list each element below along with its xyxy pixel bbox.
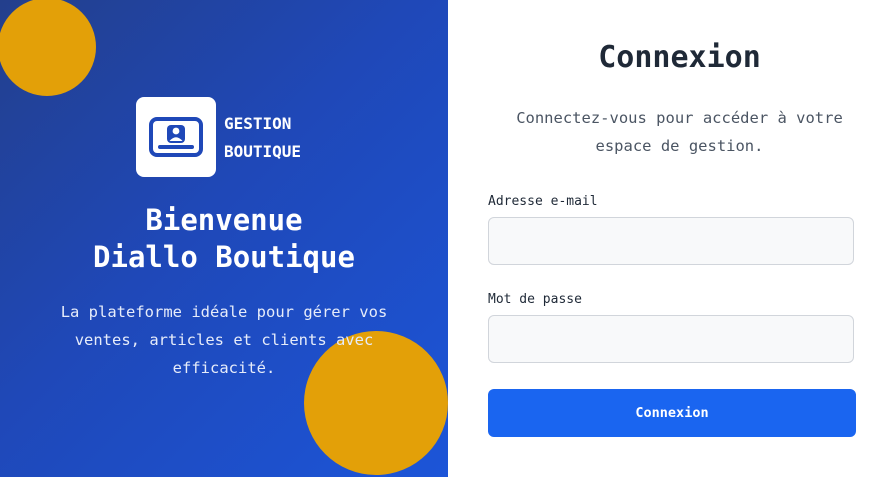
login-subtitle: Connectez-vous pour accéder à votre espa… xyxy=(516,109,843,155)
login-title: Connexion xyxy=(598,40,761,75)
password-field[interactable] xyxy=(488,315,854,363)
decorative-circle-top xyxy=(0,0,96,96)
brand-line-2: BOUTIQUE xyxy=(224,142,302,161)
id-card-icon xyxy=(149,117,203,157)
login-page: GESTION BOUTIQUE Bienvenue Diallo Boutiq… xyxy=(0,0,891,477)
email-field[interactable] xyxy=(488,217,854,265)
welcome-heading: Bienvenue Diallo Boutique xyxy=(0,202,448,276)
welcome-line-1: Bienvenue xyxy=(145,203,303,237)
email-label: Adresse e-mail xyxy=(488,194,598,209)
password-label: Mot de passe xyxy=(488,292,582,307)
welcome-line-2: Diallo Boutique xyxy=(93,240,355,274)
brand-name: GESTION BOUTIQUE xyxy=(224,110,301,166)
brand-line-1: GESTION xyxy=(224,114,292,133)
login-panel: Connexion Connectez-vous pour accéder à … xyxy=(448,0,891,477)
login-button[interactable]: Connexion xyxy=(488,389,856,437)
app-logo xyxy=(136,97,216,177)
welcome-tagline: La plateforme idéale pour gérer vos vent… xyxy=(60,303,388,377)
welcome-panel: GESTION BOUTIQUE Bienvenue Diallo Boutiq… xyxy=(0,0,448,477)
